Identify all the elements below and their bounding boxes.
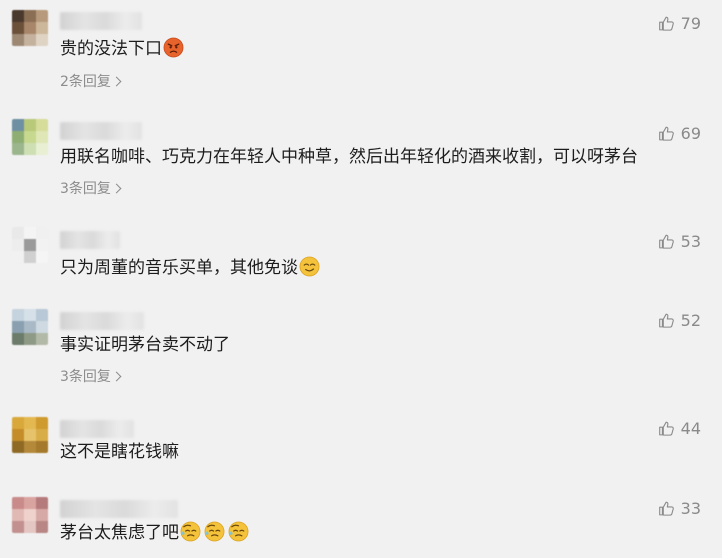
nickname-redacted[interactable] xyxy=(60,122,142,140)
reply-count: 3条回复 xyxy=(60,369,111,385)
like-count: 69 xyxy=(680,123,701,143)
like-count: 79 xyxy=(680,13,701,33)
reply-link[interactable]: 3条回复 xyxy=(60,178,122,198)
comment-text: 事实证明茅台卖不动了 xyxy=(60,334,230,356)
sweat-face-icon xyxy=(228,521,249,542)
thumbs-up-icon xyxy=(658,501,674,516)
thumbs-up-icon xyxy=(658,126,674,141)
like-count: 44 xyxy=(680,418,701,438)
comment-body: 只为周董的音乐买单，其他免谈 xyxy=(60,258,298,278)
like-button[interactable]: 44 xyxy=(658,417,701,439)
comment-text: 用联名咖啡、巧克力在年轻人中种草，然后出年轻化的酒来收割，可以呀茅台 xyxy=(60,146,638,168)
comment-text: 这不是瞎花钱嘛 xyxy=(60,441,179,463)
like-button[interactable]: 69 xyxy=(658,122,701,144)
chevron-right-icon xyxy=(111,371,122,382)
comment-text: 只为周董的音乐买单，其他免谈 xyxy=(60,256,323,283)
avatar[interactable] xyxy=(12,227,48,263)
avatar[interactable] xyxy=(12,417,48,453)
comment-body: 事实证明茅台卖不动了 xyxy=(60,335,230,355)
chevron-right-icon xyxy=(111,76,122,87)
comment-text: 贵的没法下口 xyxy=(60,37,187,64)
nickname-redacted[interactable] xyxy=(60,312,144,330)
emoji-group xyxy=(299,256,323,283)
nickname-redacted[interactable] xyxy=(60,231,120,249)
emoji-group xyxy=(163,37,187,64)
thumbs-up-icon xyxy=(658,16,674,31)
comment-text: 茅台太焦虑了吧 xyxy=(60,521,252,548)
avatar[interactable] xyxy=(12,119,48,155)
nickname-redacted[interactable] xyxy=(60,500,178,518)
comment-body: 茅台太焦虑了吧 xyxy=(60,523,179,543)
thumbs-up-icon xyxy=(658,313,674,328)
thumbs-up-icon xyxy=(658,421,674,436)
reply-link[interactable]: 3条回复 xyxy=(60,366,122,386)
smirk-face-icon xyxy=(299,256,320,277)
avatar[interactable] xyxy=(12,309,48,345)
comment-list: 79 贵的没法下口 2条回复 69 用联名咖啡、巧克力在年轻人中种草，然后出年轻… xyxy=(0,0,722,558)
like-count: 52 xyxy=(680,310,701,330)
reply-link[interactable]: 2条回复 xyxy=(60,71,122,91)
avatar[interactable] xyxy=(12,10,48,46)
like-count: 33 xyxy=(680,498,701,518)
comment-body: 用联名咖啡、巧克力在年轻人中种草，然后出年轻化的酒来收割，可以呀茅台 xyxy=(60,147,638,167)
avatar[interactable] xyxy=(12,497,48,533)
sweat-face-icon xyxy=(204,521,225,542)
emoji-group xyxy=(180,521,252,548)
chevron-right-icon xyxy=(111,183,122,194)
thumbs-up-icon xyxy=(658,234,674,249)
reply-count: 2条回复 xyxy=(60,74,111,90)
reply-count: 3条回复 xyxy=(60,181,111,197)
angry-face-icon xyxy=(163,37,184,58)
comment-body: 这不是瞎花钱嘛 xyxy=(60,442,179,462)
comment-body: 贵的没法下口 xyxy=(60,39,162,59)
like-button[interactable]: 53 xyxy=(658,230,701,252)
like-button[interactable]: 33 xyxy=(658,497,701,519)
nickname-redacted[interactable] xyxy=(60,12,142,30)
like-count: 53 xyxy=(680,231,701,251)
like-button[interactable]: 52 xyxy=(658,309,701,331)
sweat-face-icon xyxy=(180,521,201,542)
like-button[interactable]: 79 xyxy=(658,12,701,34)
nickname-redacted[interactable] xyxy=(60,420,134,438)
